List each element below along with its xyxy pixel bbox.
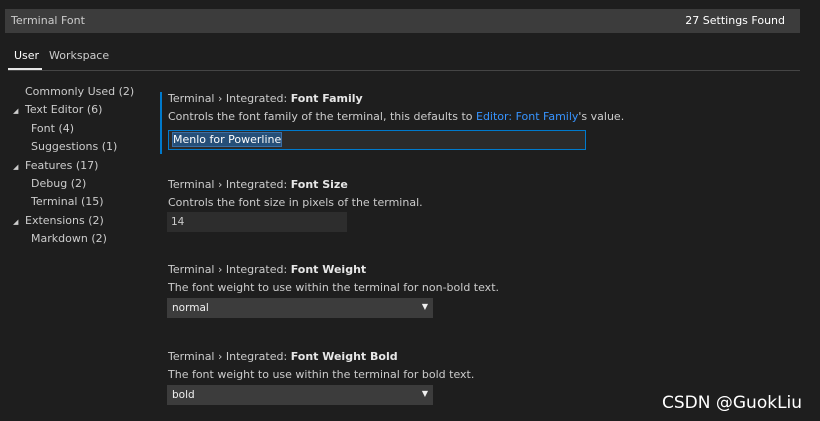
settings-search-input[interactable]: Terminal Font 27 Settings Found [5,9,800,33]
toc-item-text-editor[interactable]: ◢ Text Editor (6) [10,101,150,119]
setting-font-weight: Terminal › Integrated: Font Weight The f… [160,263,800,323]
settings-scope-tabs: User Workspace [8,44,800,71]
setting-description: Controls the font size in pixels of the … [168,196,423,209]
toc-item-count: (2) [70,176,87,190]
setting-name: Font Family [290,92,363,105]
font-family-input[interactable]: Menlo for Powerline [168,130,586,150]
chevron-down-icon[interactable]: ◢ [13,158,23,176]
setting-title: Terminal › Integrated: Font Size [168,178,348,191]
description-text-suffix: 's value. [578,110,625,123]
setting-description: The font weight to use within the termin… [168,281,500,294]
toc-item-count: (1) [101,140,118,154]
toc-item-label: Text Editor [25,103,84,117]
setting-name: Font Weight Bold [290,350,398,363]
toc-item-label: Extensions [25,213,85,227]
toc-item-count: (4) [58,121,75,135]
watermark: CSDN @GuokLiu [662,393,803,413]
tab-workspace[interactable]: Workspace [49,49,109,62]
setting-title: Terminal › Integrated: Font Weight Bold [168,350,398,363]
toc-item-debug[interactable]: Debug (2) [10,175,150,193]
toc-item-features[interactable]: ◢ Features (17) [10,157,150,175]
toc-item-label: Terminal [31,195,78,209]
toc-item-extensions[interactable]: ◢ Extensions (2) [10,212,150,230]
chevron-down-icon[interactable]: ◢ [13,102,23,120]
font-weight-bold-select[interactable]: bold ▼ [167,385,433,405]
font-weight-select[interactable]: normal ▼ [167,298,433,318]
description-text: Controls the font family of the terminal… [168,110,476,123]
search-query-text: Terminal Font [11,14,85,27]
tab-user[interactable]: User [14,49,39,62]
toc-item-label: Font [31,121,55,135]
setting-title: Terminal › Integrated: Font Weight [168,263,366,276]
toc-item-commonly-used[interactable]: Commonly Used (2) [10,83,150,101]
editor-font-family-link[interactable]: Editor: Font Family [476,110,578,123]
toc-item-count: (6) [86,103,103,117]
dropdown-arrow-icon: ▼ [421,389,428,398]
setting-name: Font Size [290,178,348,191]
toc-item-label: Suggestions [31,140,99,154]
toc-item-count: (17) [75,158,99,172]
chevron-down-icon[interactable]: ◢ [13,213,23,231]
setting-category: Terminal › Integrated: [168,263,291,276]
setting-category: Terminal › Integrated: [168,92,291,105]
setting-description: Controls the font family of the terminal… [168,110,624,123]
font-size-input[interactable]: 14 [167,212,347,232]
select-value: bold [172,389,195,401]
toc-item-label: Debug [31,176,68,190]
setting-category: Terminal › Integrated: [168,178,291,191]
search-result-count: 27 Settings Found [685,14,785,27]
font-family-value: Menlo for Powerline [171,132,283,147]
setting-category: Terminal › Integrated: [168,350,291,363]
toc-item-suggestions[interactable]: Suggestions (1) [10,138,150,156]
toc-item-count: (15) [81,195,104,209]
active-tab-indicator [8,68,42,70]
toc-item-label: Features [25,158,73,172]
toc-item-label: Markdown [31,232,88,246]
setting-title: Terminal › Integrated: Font Family [168,92,363,105]
setting-name: Font Weight [290,263,367,276]
setting-description: The font weight to use within the termin… [168,368,475,381]
setting-font-size: Terminal › Integrated: Font Size Control… [160,178,800,238]
toc-item-label: Commonly Used [25,85,116,98]
toc-item-count: (2) [88,213,104,227]
select-value: normal [172,302,209,314]
toc-item-font[interactable]: Font (4) [10,120,150,138]
toc-item-terminal[interactable]: Terminal (15) [10,193,150,211]
setting-font-family: Terminal › Integrated: Font Family Contr… [160,92,802,154]
toc-item-markdown[interactable]: Markdown (2) [10,230,150,248]
toc-item-count: (2) [91,232,107,246]
dropdown-arrow-icon: ▼ [421,302,428,311]
toc-item-count: (2) [118,85,135,98]
settings-toc: Commonly Used (2) ◢ Text Editor (6) Font … [10,83,150,249]
